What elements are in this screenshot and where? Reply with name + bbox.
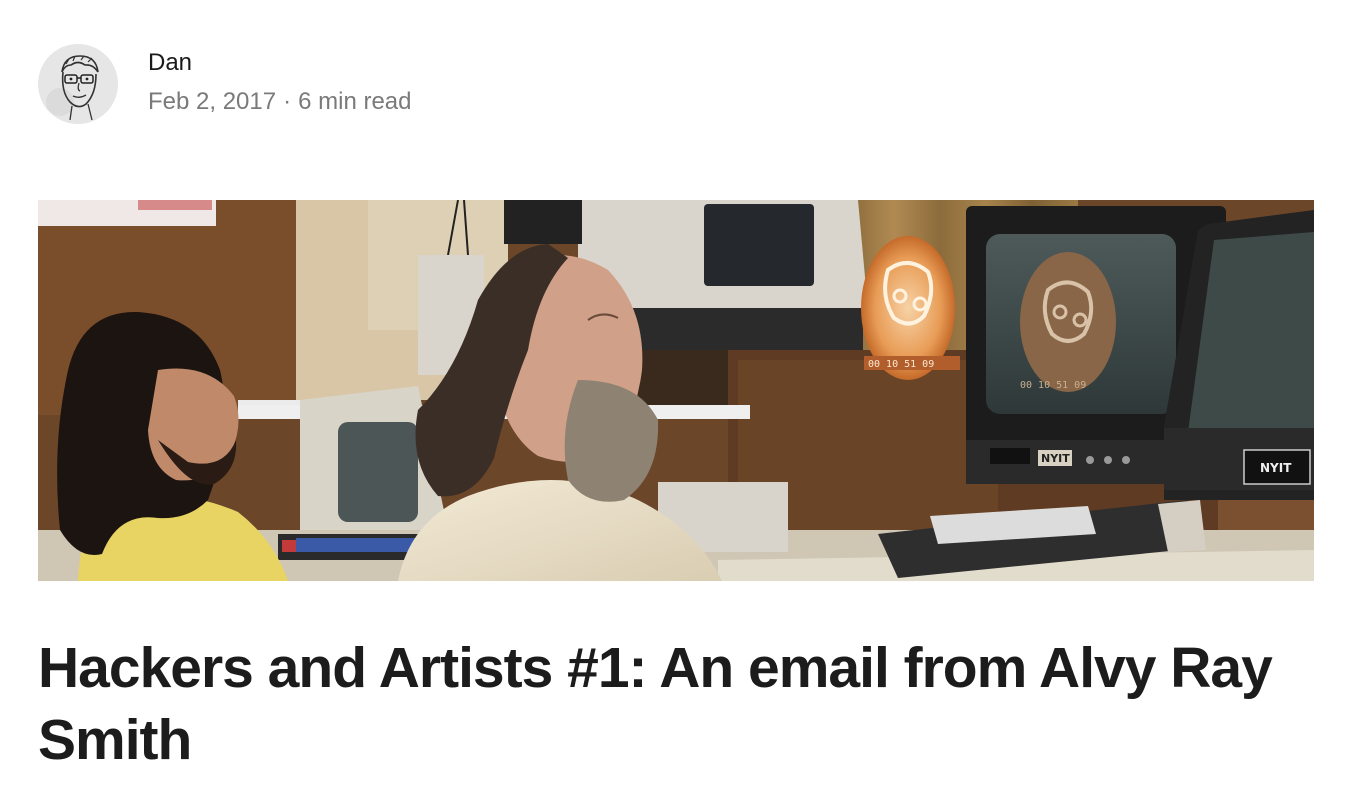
hero-photo: 00 10 51 09 00 10 51 09 NYIT NYIT: [38, 200, 1314, 581]
publish-date-link[interactable]: Feb 2, 2017: [148, 88, 276, 115]
byline-text: Dan Feb 2, 2017 · 6 min read: [148, 49, 412, 118]
post-meta: Feb 2, 2017 · 6 min read: [148, 86, 412, 118]
author-name-link[interactable]: Dan: [148, 47, 412, 79]
article-page: Dan Feb 2, 2017 · 6 min read 00 10 51 09…: [0, 0, 1352, 800]
read-time: 6 min read: [298, 87, 412, 115]
avatar-sketch-face-icon: [38, 44, 118, 124]
hero-image[interactable]: 00 10 51 09 00 10 51 09 NYIT NYIT: [38, 200, 1314, 581]
monitor-badge-2: NYIT: [1260, 461, 1292, 475]
meta-separator: ·: [283, 87, 292, 115]
article-title: Hackers and Artists #1: An email from Al…: [38, 636, 1273, 772]
author-byline: Dan Feb 2, 2017 · 6 min read: [38, 43, 412, 125]
timecode-2: 00 10 51 09: [1020, 380, 1086, 391]
author-avatar[interactable]: [38, 44, 118, 124]
timecode-1: 00 10 51 09: [868, 359, 934, 370]
monitor-badge-1: NYIT: [1041, 452, 1070, 465]
